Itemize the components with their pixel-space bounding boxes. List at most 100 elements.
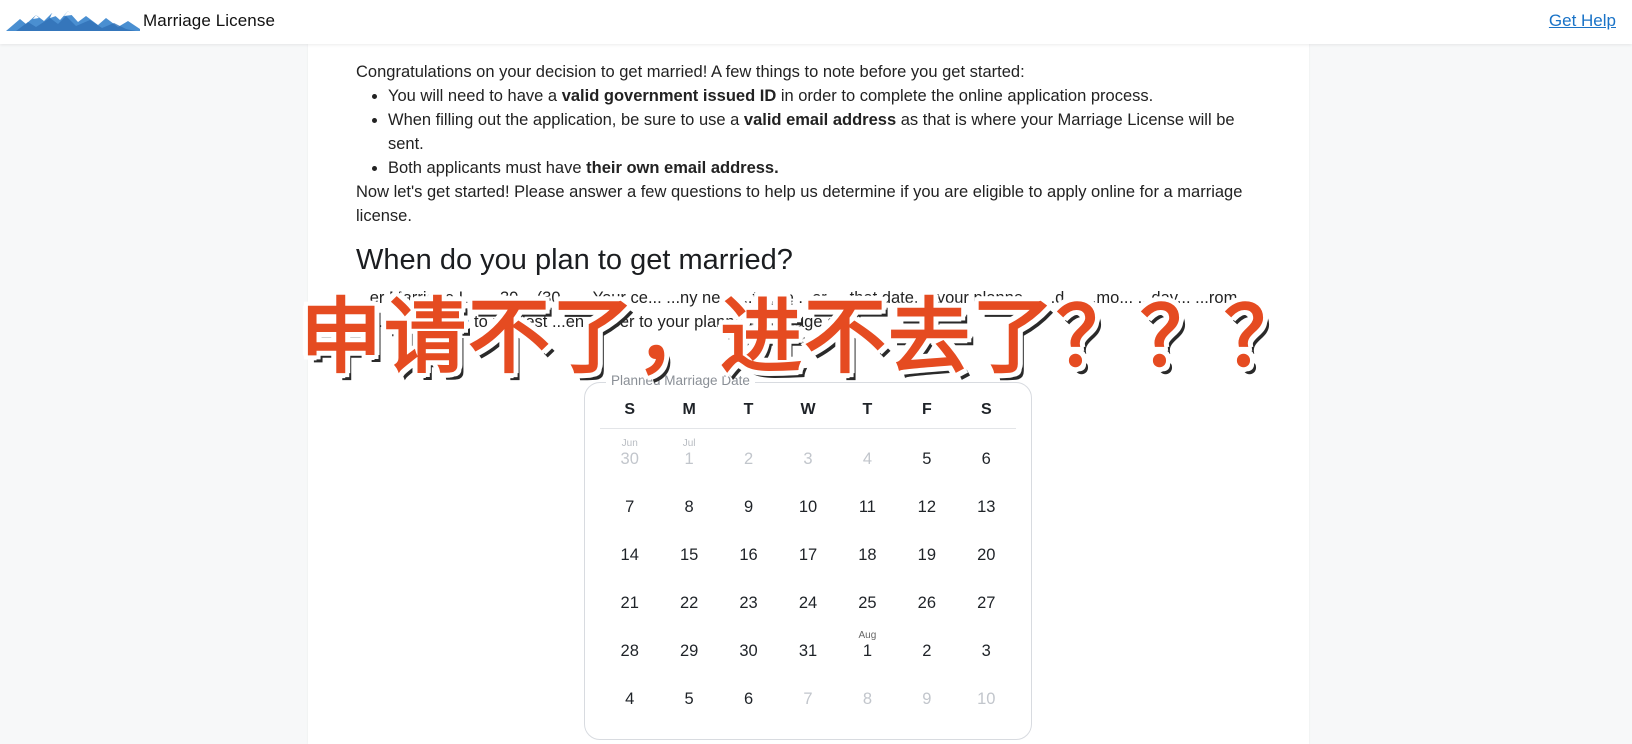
day-number: 5 (684, 690, 694, 708)
calendar-day[interactable]: 27 (957, 580, 1016, 628)
day-number: 4 (625, 690, 635, 708)
app-title: Marriage License (143, 11, 275, 30)
calendar-day: 2 (719, 436, 778, 484)
calendar-day[interactable]: 24 (778, 580, 837, 628)
calendar-day: 8 (838, 676, 897, 724)
calendar-day[interactable]: 17 (778, 532, 837, 580)
day-number: 7 (803, 690, 813, 708)
day-number: 30 (739, 642, 758, 660)
day-number: 28 (620, 642, 639, 660)
calendar-day[interactable]: 12 (897, 484, 956, 532)
month-marker: Jul (682, 438, 696, 449)
calendar-day[interactable]: Aug 1 (838, 628, 897, 676)
list-item: Both applicants must have their own emai… (388, 156, 1261, 180)
day-number: 2 (922, 642, 932, 660)
calendar-day[interactable]: 14 (600, 532, 659, 580)
weekday-label: T (862, 401, 873, 418)
calendar-day[interactable]: 20 (957, 532, 1016, 580)
calendar-day[interactable]: 5 (659, 676, 718, 724)
calendar-day: 7 (778, 676, 837, 724)
month-marker: Aug (858, 630, 877, 641)
calendar-day[interactable]: 25 (838, 580, 897, 628)
calendar-day: Jun 30 (600, 436, 659, 484)
day-number: 8 (684, 498, 694, 516)
calendar-day[interactable]: 4 (600, 676, 659, 724)
day-number: 12 (917, 498, 937, 516)
calendar-day[interactable]: 30 (719, 628, 778, 676)
calendar-day[interactable]: 5 (897, 436, 956, 484)
calendar-day[interactable]: 10 (778, 484, 837, 532)
calendar-day[interactable]: 3 (957, 628, 1016, 676)
calendar-day[interactable]: 28 (600, 628, 659, 676)
calendar-day[interactable]: 7 (600, 484, 659, 532)
calendar-day[interactable]: 11 (838, 484, 897, 532)
weekday-label: F (921, 401, 932, 418)
calendar-day[interactable]: 6 (719, 676, 778, 724)
calendar-day[interactable]: 8 (659, 484, 718, 532)
day-number: 13 (977, 498, 996, 516)
day-number: 5 (922, 450, 932, 468)
calendar-day[interactable]: 9 (719, 484, 778, 532)
calendar-day: 9 (897, 676, 956, 724)
day-number: 9 (743, 498, 754, 516)
day-number: 4 (862, 450, 873, 468)
day-number: 3 (803, 450, 813, 468)
weekday-label: M (682, 401, 696, 418)
mountains-logo-icon (6, 11, 140, 31)
day-number: 11 (858, 498, 876, 516)
day-number: 8 (862, 690, 873, 708)
calendar-day[interactable]: 2 (897, 628, 956, 676)
list-item: You will need to have a valid government… (388, 84, 1261, 108)
calendar-day: Jul 1 (659, 436, 718, 484)
list-item: When filling out the application, be sur… (388, 108, 1261, 156)
day-number: 10 (798, 498, 818, 516)
day-number: 30 (620, 450, 639, 468)
calendar-day[interactable]: 16 (719, 532, 778, 580)
calendar-day[interactable]: 19 (897, 532, 956, 580)
calendar-day[interactable]: 18 (838, 532, 897, 580)
day-number: 22 (679, 594, 699, 612)
day-number: 6 (743, 690, 754, 708)
overlay-caption: 申请不了，进不去了？？？ (298, 289, 1309, 387)
day-number: 26 (917, 594, 937, 612)
day-number: 19 (917, 546, 937, 564)
day-number: 2 (743, 450, 754, 468)
calendar-day[interactable]: 21 (600, 580, 659, 628)
weekday-label: T (743, 401, 754, 418)
calendar-day[interactable]: 15 (659, 532, 718, 580)
calendar-grid: Jun 30 Jul 1 2 3 4 5 6 7 8 9 10 11 12 13 14 15 16 17 18 19 20 2… (600, 436, 1016, 724)
calendar-day[interactable]: 22 (659, 580, 718, 628)
requirements-list: You will need to have a valid government… (356, 84, 1261, 180)
day-number: 21 (620, 594, 639, 612)
day-number: 27 (977, 594, 996, 612)
day-number: 29 (679, 642, 699, 660)
day-number: 10 (977, 690, 996, 708)
day-number: 18 (858, 546, 877, 564)
calendar-day: 4 (838, 436, 897, 484)
day-number: 9 (922, 690, 932, 708)
day-number: 17 (798, 546, 818, 564)
day-number: 20 (977, 546, 996, 564)
day-number: 23 (739, 594, 758, 612)
calendar-day[interactable]: 31 (778, 628, 837, 676)
day-number: 7 (625, 498, 635, 516)
day-number: 6 (981, 450, 991, 468)
calendar-day: 10 (957, 676, 1016, 724)
weekday-label: S (624, 401, 636, 418)
calendar-day: 3 (778, 436, 837, 484)
calendar-day[interactable]: 23 (719, 580, 778, 628)
calendar-day[interactable]: 13 (957, 484, 1016, 532)
get-help-link[interactable]: Get Help (1549, 11, 1616, 31)
weekday-label: S (980, 401, 992, 418)
day-number: 25 (858, 594, 877, 612)
day-number: 31 (798, 642, 818, 660)
calendar-day[interactable]: 6 (957, 436, 1016, 484)
day-number: 1 (862, 642, 873, 660)
day-number: 24 (798, 594, 818, 612)
calendar-day[interactable]: 26 (897, 580, 956, 628)
calendar-day[interactable]: 29 (659, 628, 718, 676)
day-number: 15 (679, 546, 699, 564)
month-marker: Jun (621, 438, 638, 449)
day-number: 16 (739, 546, 758, 564)
day-number: 14 (620, 546, 639, 564)
